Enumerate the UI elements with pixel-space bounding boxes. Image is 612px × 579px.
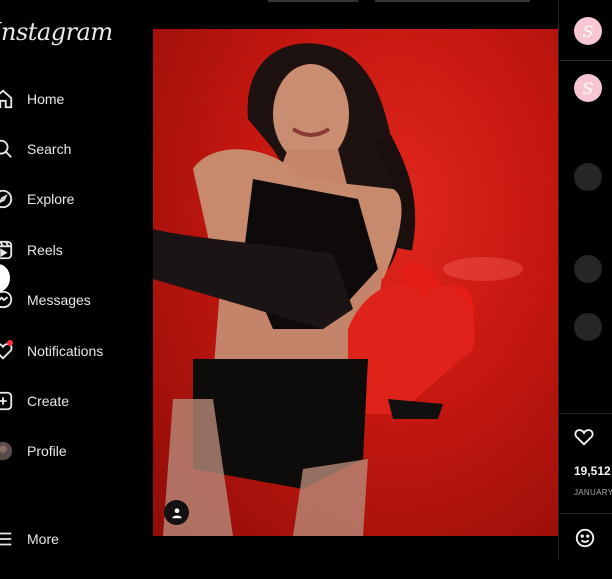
home-icon [0,88,14,110]
user-icon [171,507,182,518]
divider [268,0,358,2]
sidebar-item-search[interactable]: Search [0,131,138,167]
sidebar-item-label: Messages [27,292,91,308]
comment-button[interactable] [604,425,612,449]
emoji-icon [575,528,595,548]
instagram-logo[interactable]: Instagram [0,18,113,46]
sidebar-item-label: Reels [27,242,63,258]
divider [559,60,612,61]
sidebar-item-label: Notifications [27,343,104,359]
reels-icon [0,239,14,261]
notification-badge [7,340,13,346]
sidebar-item-reels[interactable]: Reels [0,232,138,268]
sidebar-item-more[interactable]: More [0,521,138,557]
avatar-icon [0,440,14,462]
comment-avatar[interactable] [574,313,602,341]
sidebar-item-notifications[interactable]: Notifications [0,333,138,369]
menu-icon [0,528,14,550]
comment-avatar[interactable] [574,255,602,283]
like-button[interactable] [572,425,596,449]
post-date: JANUARY [574,488,612,497]
sidebar-item-explore[interactable]: Explore [0,181,138,217]
sidebar-item-label: Explore [27,191,75,207]
comment-avatar[interactable] [574,163,602,191]
sidebar-item-label: Create [27,393,70,409]
emoji-button[interactable] [573,526,597,550]
sidebar-item-create[interactable]: Create [0,383,138,419]
divider [559,413,612,414]
account-avatar[interactable]: S [574,17,602,45]
search-icon [0,138,14,160]
sidebar-item-profile[interactable]: Profile [0,433,138,469]
post-photo-illustration [153,43,523,536]
sidebar-item-label: Home [27,91,65,107]
sidebar-item-home[interactable]: Home [0,81,138,117]
compass-icon [0,188,14,210]
messenger-icon [0,289,14,311]
plus-square-icon [0,390,14,412]
divider [559,513,612,514]
post-image[interactable] [153,29,558,536]
heart-icon [574,429,594,446]
sidebar-item-label: Profile [27,443,67,459]
sidebar-item-label: More [27,531,59,547]
caption-avatar[interactable]: S [574,74,602,102]
divider [375,0,530,2]
likes-count[interactable]: 19,512 [574,464,611,478]
sidebar-item-messages[interactable]: Messages [0,282,138,318]
tagged-users-button[interactable] [164,500,189,525]
sidebar-item-label: Search [27,141,72,157]
account-monogram: S [582,21,594,41]
sidebar: Instagram Home Search Explore Reels Mess… [0,0,140,579]
account-monogram: S [582,78,594,98]
